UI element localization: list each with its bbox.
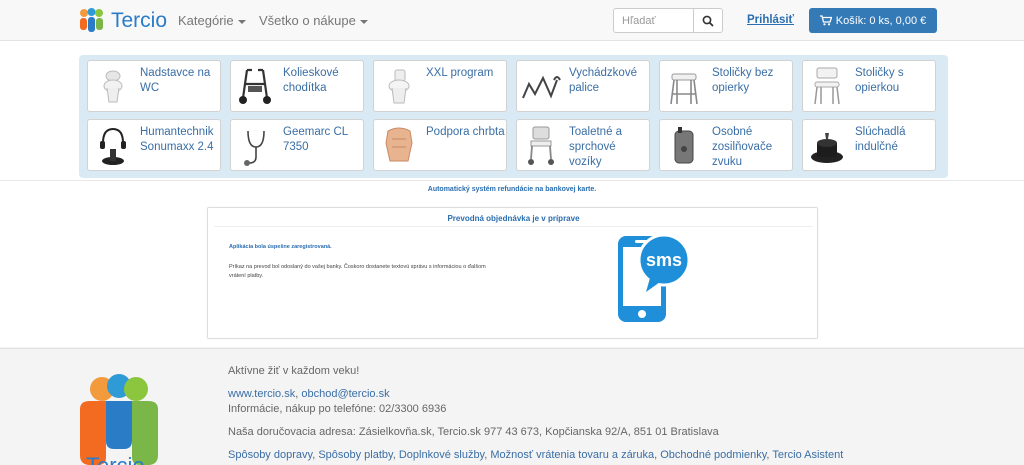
category-label: Vychádzkové palice (569, 67, 637, 94)
website-link[interactable]: www.tercio.sk (228, 388, 295, 400)
category-grid: Nadstavce na WC Kolieskové chodítka XXL … (79, 55, 948, 178)
footer-link-returns[interactable]: Možnosť vrátenia tovaru a záruka (490, 449, 654, 461)
category-label: Stoličky bez opierky (712, 67, 774, 94)
tercio-logo-icon (80, 374, 158, 465)
search-icon (702, 15, 714, 27)
nav-shopping-info-label: Všetko o nákupe (259, 13, 356, 28)
category-label: XXL program (426, 67, 494, 79)
walking-cane-icon (522, 75, 561, 99)
category-label: Slúchadlá indulčné (855, 126, 906, 153)
footer-link-shipping[interactable]: Spôsoby dopravy (228, 449, 312, 461)
category-tile[interactable]: Vychádzkové palice (516, 60, 650, 112)
stethoset-icon (244, 130, 265, 166)
category-label: Nadstavce na WC (140, 67, 211, 94)
category-label: Humantechnik Sonumaxx 2.4 (140, 126, 214, 153)
brand-link[interactable]: Tercio (78, 7, 167, 34)
nav-categories-dropdown[interactable]: Kategórie (178, 13, 246, 28)
sound-amplifier-icon (674, 127, 694, 164)
footer-tagline: Aktívne žiť v každom veku! (228, 365, 360, 377)
card-divider (214, 226, 813, 227)
brand-name: Tercio (111, 8, 168, 32)
caret-down-icon (237, 19, 246, 24)
footer-brand-name: Tercio (86, 453, 145, 465)
section-divider (0, 180, 1024, 181)
shopping-cart-icon (819, 15, 832, 26)
category-tile[interactable]: Toaletné a sprchové vozíky (516, 119, 650, 171)
nav-shopping-info-dropdown[interactable]: Všetko o nákupe (259, 13, 368, 28)
cart-label: Košík: 0 ks, 0,00 € (835, 14, 927, 27)
nav-categories-label: Kategórie (178, 13, 234, 28)
category-tile[interactable]: Stoličky s opierkou (802, 60, 936, 112)
footer-links: Spôsoby dopravy, Spôsoby platby, Doplnko… (228, 449, 844, 461)
caret-down-icon (359, 19, 368, 24)
cart-button[interactable]: Košík: 0 ks, 0,00 € (809, 8, 937, 33)
sms-phone-icon: sms (618, 234, 691, 322)
email-link[interactable]: obchod@tercio.sk (301, 388, 389, 400)
category-tile[interactable]: Osobné zosilňovače zvuku (659, 119, 793, 171)
category-label: Podpora chrbta (426, 126, 505, 138)
back-support-icon (385, 127, 413, 162)
category-tile[interactable]: XXL program (373, 60, 507, 112)
commode-chair-icon (528, 126, 554, 165)
headphones-icon (100, 127, 126, 165)
sms-badge-text: sms (646, 250, 682, 270)
footer-contact-links: www.tercio.sk, obchod@tercio.sk (228, 388, 390, 400)
category-label: Stoličky s opierkou (855, 67, 904, 94)
footer-link-payment[interactable]: Spôsoby platby (318, 449, 392, 461)
category-tile[interactable]: Nadstavce na WC (87, 60, 221, 112)
category-tile[interactable]: Humantechnik Sonumaxx 2.4 (87, 119, 221, 171)
shower-chair-icon (814, 67, 840, 105)
footer-address: Naša doručovacia adresa: Zásielkovňa.sk,… (228, 426, 719, 438)
category-label: Toaletné a sprchové vozíky (569, 126, 623, 168)
footer-link-terms[interactable]: Obchodné podmienky (660, 449, 766, 461)
tercio-logo-icon (80, 8, 103, 32)
category-tile[interactable]: Podpora chrbta (373, 119, 507, 171)
footer-link-assistant[interactable]: Tercio Asistent (772, 449, 843, 461)
registration-success-message: Aplikácia bola úspešne zaregistrovaná. (229, 244, 332, 250)
category-tile[interactable]: Kolieskové chodítka (230, 60, 364, 112)
toilet-seat-icon (103, 70, 123, 103)
rollator-icon (239, 68, 271, 104)
shower-stool-icon (670, 73, 698, 105)
refund-note: Automatický systém refundácie na bankove… (427, 186, 597, 193)
induction-headset-icon (811, 133, 843, 163)
category-label: Osobné zosilňovače zvuku (712, 126, 773, 168)
order-card-title: Prevodná objednávka je v príprave (447, 214, 580, 223)
footer-link-services[interactable]: Doplnkové služby (399, 449, 484, 461)
category-label: Kolieskové chodítka (283, 67, 339, 94)
top-navbar: Tercio Kategórie Všetko o nákupe Prihlás… (0, 0, 1024, 41)
search-button[interactable] (693, 8, 723, 33)
order-status-card: Prevodná objednávka je v príprave Apliká… (207, 207, 818, 339)
login-link[interactable]: Prihlásiť (747, 14, 794, 26)
category-label: Geemarc CL 7350 (283, 126, 348, 153)
search-input[interactable] (613, 8, 694, 33)
footer: Tercio Aktívne žiť v každom veku! www.te… (0, 348, 1024, 465)
toilet-icon (388, 69, 410, 104)
category-tile[interactable]: Stoličky bez opierky (659, 60, 793, 112)
transfer-info-text: Príkaz na prevod bol odoslaný do vašej b… (229, 264, 486, 279)
footer-phone-info: Informácie, nákup po telefóne: 02/3300 6… (228, 403, 447, 415)
category-tile[interactable]: Slúchadlá indulčné (802, 119, 936, 171)
category-tile[interactable]: Geemarc CL 7350 (230, 119, 364, 171)
